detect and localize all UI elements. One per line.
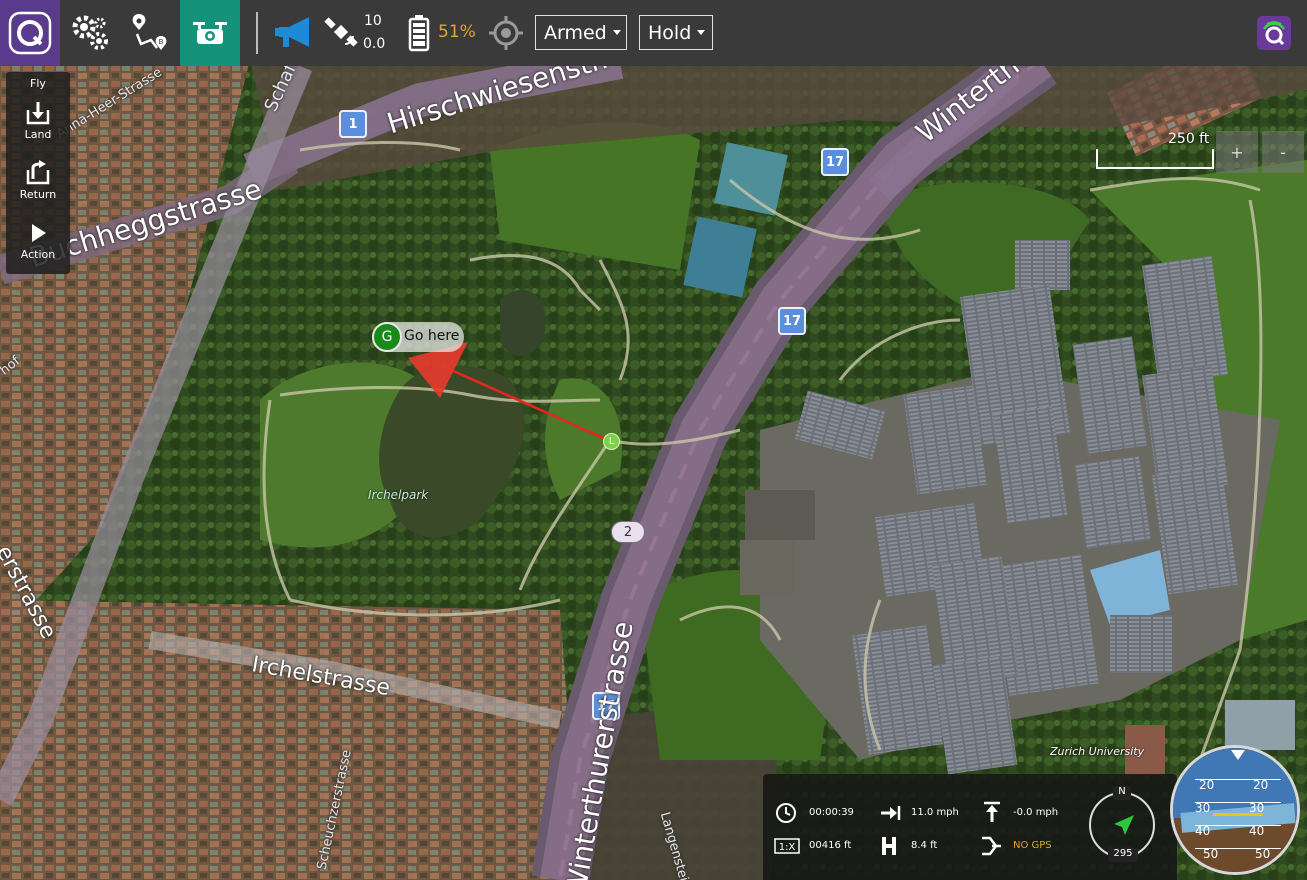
height-value: 8.4 ft xyxy=(911,840,938,851)
ground-speed-icon xyxy=(881,806,901,820)
play-icon xyxy=(32,224,46,242)
return-button[interactable]: Return xyxy=(6,160,70,201)
land-icon xyxy=(26,102,50,125)
settings-button[interactable] xyxy=(60,0,120,66)
land-label: Land xyxy=(24,128,52,141)
chevron-down-icon xyxy=(612,30,621,35)
svg-text:1:X: 1:X xyxy=(779,842,796,853)
flight-mode-dropdown[interactable]: Hold xyxy=(639,15,713,50)
goto-marker-badge: G xyxy=(372,322,402,352)
gps-hdop: 0.0 xyxy=(363,36,386,52)
distance-value: 00416 ft xyxy=(809,840,852,851)
aircraft-reference-icon xyxy=(1213,813,1263,816)
compass-heading-value: 295 xyxy=(1108,848,1138,862)
top-toolbar: B 10 0.0 51% Armed Hold xyxy=(0,0,1307,66)
map-view[interactable]: 1 17 17 17 2 Hirschwiesenstr. Winterthur… xyxy=(0,0,1307,880)
height-icon xyxy=(882,837,896,855)
ground-speed-value: 11.0 mph xyxy=(911,807,959,818)
goto-label: Go here xyxy=(404,328,460,344)
telemetry-panel: 00:00:39 11.0 mph -0.0 mph 1:X 00416 ft … xyxy=(763,774,1177,880)
app-menu-button[interactable] xyxy=(0,0,60,66)
pitch-label: 40 xyxy=(1195,824,1211,838)
roll-pointer-icon xyxy=(1231,750,1245,760)
crosshair-icon xyxy=(489,16,523,50)
brand-button[interactable] xyxy=(1254,0,1294,66)
vertical-speed-icon xyxy=(984,801,1000,822)
pitch-label: 50 xyxy=(1203,847,1219,861)
return-home-icon xyxy=(26,160,50,185)
plan-view-button[interactable]: B xyxy=(120,0,180,66)
battery-button[interactable] xyxy=(404,0,434,66)
launch-marker[interactable]: L xyxy=(603,433,620,450)
pitch-label: 20 xyxy=(1253,778,1269,792)
pitch-label: 20 xyxy=(1199,778,1215,792)
battery-icon xyxy=(408,15,430,52)
svg-text:B: B xyxy=(159,38,164,46)
return-label: Return xyxy=(19,188,57,201)
land-button[interactable]: Land xyxy=(6,100,70,141)
fly-tool-panel: Fly Land Return Action xyxy=(6,72,70,274)
pitch-label: 40 xyxy=(1249,824,1265,838)
vertical-speed-value: -0.0 mph xyxy=(1013,807,1059,818)
arm-state-dropdown[interactable]: Armed xyxy=(535,15,627,50)
messages-button[interactable] xyxy=(270,0,320,66)
pitch-label: 50 xyxy=(1255,847,1271,861)
rc-signal-button[interactable] xyxy=(486,0,526,66)
clock-icon xyxy=(776,803,796,823)
drone-camera-icon xyxy=(193,22,227,44)
qgc-logo-icon xyxy=(8,11,52,55)
pitch-label: 30 xyxy=(1195,801,1211,815)
qgc-brand-icon xyxy=(1257,16,1291,50)
fly-panel-title: Fly xyxy=(30,77,46,90)
action-label: Action xyxy=(20,248,56,261)
home-distance-icon xyxy=(982,836,1001,856)
arm-state-label: Armed xyxy=(544,21,607,44)
heading-arrow-icon xyxy=(1114,815,1134,835)
battery-percent: 51% xyxy=(438,22,476,42)
plan-route-icon: B xyxy=(132,14,167,50)
toolbar-separator xyxy=(256,12,258,54)
flight-mode-label: Hold xyxy=(648,21,692,44)
gps-indicator-button[interactable] xyxy=(322,0,362,66)
distance-icon: 1:X xyxy=(774,838,800,854)
gears-icon xyxy=(72,15,108,50)
goto-marker[interactable]: G Go here xyxy=(372,322,464,352)
gps-status-value: NO GPS xyxy=(1013,840,1052,851)
flight-time-value: 00:00:39 xyxy=(809,807,854,818)
compass-north-label: N xyxy=(1113,786,1131,800)
megaphone-icon xyxy=(275,17,309,47)
satellite-icon xyxy=(324,17,358,47)
fly-view-button[interactable] xyxy=(180,0,240,66)
chevron-down-icon xyxy=(697,30,706,35)
attitude-indicator: 20 20 30 30 40 40 50 50 xyxy=(1170,745,1300,875)
flight-overlay xyxy=(408,342,611,443)
action-button[interactable]: Action xyxy=(6,220,70,261)
gps-satellite-count: 10 xyxy=(364,13,382,29)
